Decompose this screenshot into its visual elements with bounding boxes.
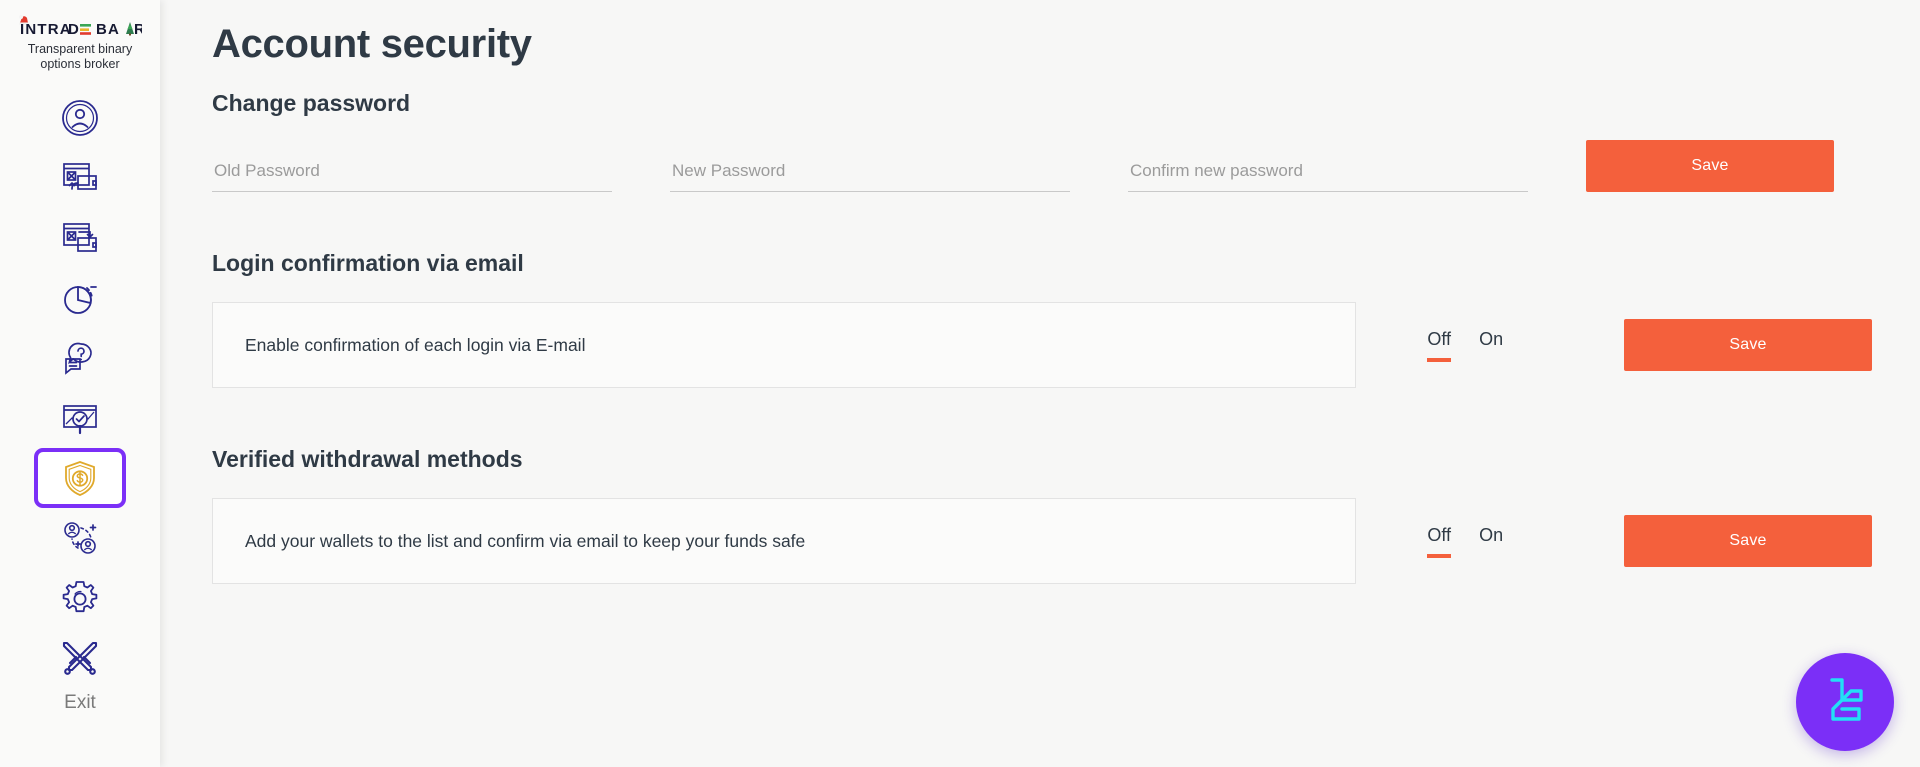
- sidebar-item-profile[interactable]: [34, 88, 126, 148]
- new-password-input[interactable]: [670, 157, 1070, 192]
- withdrawal-methods-card-text: Add your wallets to the list and confirm…: [245, 530, 806, 551]
- crossed-swords-icon: [57, 636, 103, 687]
- login-confirmation-card-text: Enable confirmation of each login via E-…: [245, 334, 586, 355]
- svg-text:INTRA: INTRA: [20, 21, 72, 36]
- lc-logo-icon: [1816, 671, 1874, 734]
- login-confirmation-section: Login confirmation via email Enable conf…: [212, 248, 1872, 388]
- withdrawal-methods-toggle: Off On: [1390, 524, 1540, 558]
- login-confirmation-save-button[interactable]: Save: [1624, 319, 1872, 371]
- gear-icon: [59, 577, 101, 619]
- new-password-field: [670, 157, 1070, 192]
- login-confirmation-save-wrap: Save: [1624, 319, 1872, 371]
- deposit-icon: [59, 157, 101, 199]
- withdrawal-methods-section: Verified withdrawal methods Add your wal…: [212, 444, 1872, 584]
- withdrawal-methods-save-button[interactable]: Save: [1624, 515, 1872, 567]
- login-confirmation-toggle-off[interactable]: Off: [1427, 328, 1451, 362]
- referral-users-icon: [59, 517, 101, 559]
- exit-label: Exit: [64, 692, 96, 713]
- confirm-new-password-input[interactable]: [1128, 157, 1528, 192]
- chat-widget-button[interactable]: [1796, 653, 1894, 751]
- shield-dollar-icon: [60, 458, 100, 498]
- user-profile-icon: [59, 97, 101, 139]
- faq-chat-icon: [59, 337, 101, 379]
- sidebar: INTRA D BA R Transparent binary options …: [0, 0, 160, 767]
- login-confirmation-title: Login confirmation via email: [212, 250, 524, 276]
- svg-text:BA: BA: [96, 21, 120, 36]
- main-content: Account security Change password Save Lo…: [160, 0, 1920, 767]
- change-password-section: Change password Save: [212, 88, 1872, 192]
- brand-logo-block: INTRA D BA R Transparent binary options …: [15, 14, 145, 72]
- withdrawal-methods-toggle-off[interactable]: Off: [1427, 524, 1451, 558]
- app-root: INTRA D BA R Transparent binary options …: [0, 0, 1920, 767]
- sidebar-item-statistics[interactable]: [34, 268, 126, 328]
- sidebar-item-exit[interactable]: Exit: [0, 636, 160, 714]
- sidebar-item-support[interactable]: [34, 328, 126, 388]
- svg-text:D: D: [68, 21, 80, 36]
- brand-tagline: Transparent binary options broker: [15, 42, 145, 72]
- intrade-bar-logo-icon: INTRA D BA R: [19, 15, 142, 36]
- change-password-save-button[interactable]: Save: [1586, 140, 1834, 192]
- old-password-field: [212, 157, 612, 192]
- login-confirmation-card: Enable confirmation of each login via E-…: [212, 302, 1357, 388]
- login-confirmation-toggle: Off On: [1390, 328, 1540, 362]
- withdrawal-icon: [59, 217, 101, 259]
- chart-search-icon: [59, 397, 101, 439]
- login-confirmation-toggle-on[interactable]: On: [1479, 328, 1503, 362]
- withdrawal-methods-title: Verified withdrawal methods: [212, 446, 523, 472]
- sidebar-item-account-security[interactable]: [34, 448, 126, 508]
- pie-chart-icon: [59, 277, 101, 319]
- login-confirmation-row: Enable confirmation of each login via E-…: [212, 302, 1872, 388]
- old-password-input[interactable]: [212, 157, 612, 192]
- sidebar-item-settings[interactable]: [34, 568, 126, 628]
- withdrawal-methods-row: Add your wallets to the list and confirm…: [212, 498, 1872, 584]
- withdrawal-methods-card: Add your wallets to the list and confirm…: [212, 498, 1357, 584]
- confirm-new-password-field: [1128, 157, 1528, 192]
- page-title: Account security: [212, 22, 532, 66]
- sidebar-item-withdrawal[interactable]: [34, 208, 126, 268]
- brand-tagline-line1: Transparent binary: [27, 42, 133, 56]
- sidebar-item-deposit[interactable]: [34, 148, 126, 208]
- svg-text:R: R: [134, 21, 142, 36]
- withdrawal-methods-toggle-on[interactable]: On: [1479, 524, 1503, 558]
- sidebar-nav: [0, 88, 160, 628]
- change-password-row: Save: [212, 140, 1872, 192]
- brand-tagline-line2: options broker: [40, 57, 120, 71]
- sidebar-item-referrals[interactable]: [34, 508, 126, 568]
- sidebar-item-trade-history[interactable]: [34, 388, 126, 448]
- change-password-title: Change password: [212, 90, 411, 116]
- withdrawal-methods-save-wrap: Save: [1624, 515, 1872, 567]
